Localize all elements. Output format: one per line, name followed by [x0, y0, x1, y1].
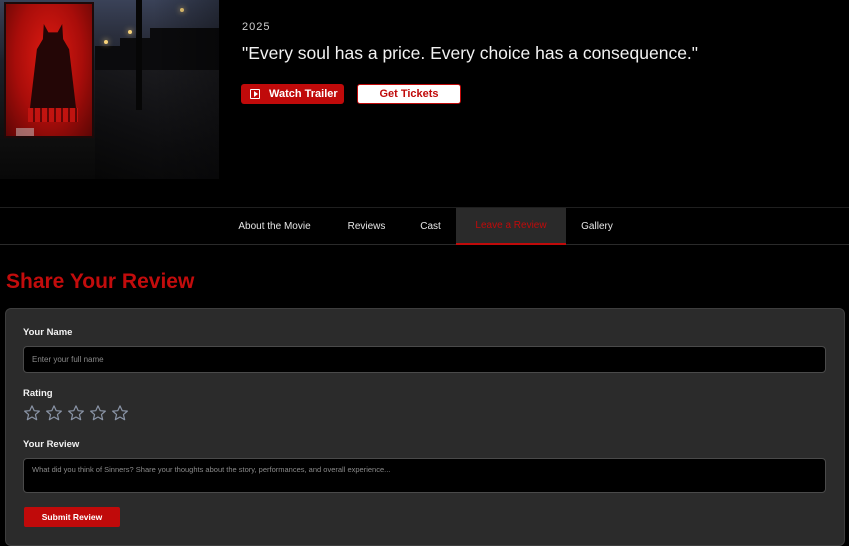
tab-label: Gallery	[581, 221, 613, 232]
review-textarea[interactable]	[23, 458, 826, 493]
tab-label: Cast	[420, 221, 441, 232]
submit-review-button[interactable]: Submit Review	[24, 507, 120, 527]
review-label: Your Review	[23, 439, 80, 450]
section-title: Share Your Review	[6, 270, 195, 293]
tab-reviews[interactable]: Reviews	[334, 208, 399, 245]
star-icon[interactable]	[45, 404, 63, 422]
movie-poster-image	[0, 0, 219, 179]
name-label: Your Name	[23, 327, 73, 338]
rating-label: Rating	[23, 388, 53, 399]
section-nav: About the Movie Reviews Cast Leave a Rev…	[0, 207, 849, 245]
review-form-card	[5, 308, 845, 546]
play-icon	[250, 89, 260, 99]
release-year: 2025	[242, 21, 271, 33]
get-tickets-button[interactable]: Get Tickets	[357, 84, 461, 104]
star-icon[interactable]	[111, 404, 129, 422]
submit-review-label: Submit Review	[41, 512, 103, 522]
star-icon[interactable]	[23, 404, 41, 422]
tab-leave-a-review[interactable]: Leave a Review	[456, 208, 566, 245]
star-icon[interactable]	[89, 404, 107, 422]
tab-label: Leave a Review	[475, 220, 547, 231]
watch-trailer-button[interactable]: Watch Trailer	[241, 84, 344, 104]
star-icon[interactable]	[67, 404, 85, 422]
tab-about-the-movie[interactable]: About the Movie	[225, 208, 324, 245]
rating-stars	[23, 404, 129, 422]
watch-trailer-label: Watch Trailer	[269, 88, 338, 100]
name-input[interactable]	[23, 346, 826, 373]
hero-section: 2025 "Every soul has a price. Every choi…	[0, 0, 849, 207]
tab-gallery[interactable]: Gallery	[571, 208, 623, 245]
tab-label: About the Movie	[238, 221, 311, 232]
tab-cast[interactable]: Cast	[410, 208, 451, 245]
get-tickets-label: Get Tickets	[379, 88, 439, 100]
movie-tagline: "Every soul has a price. Every choice ha…	[242, 43, 698, 63]
tab-label: Reviews	[347, 221, 386, 232]
